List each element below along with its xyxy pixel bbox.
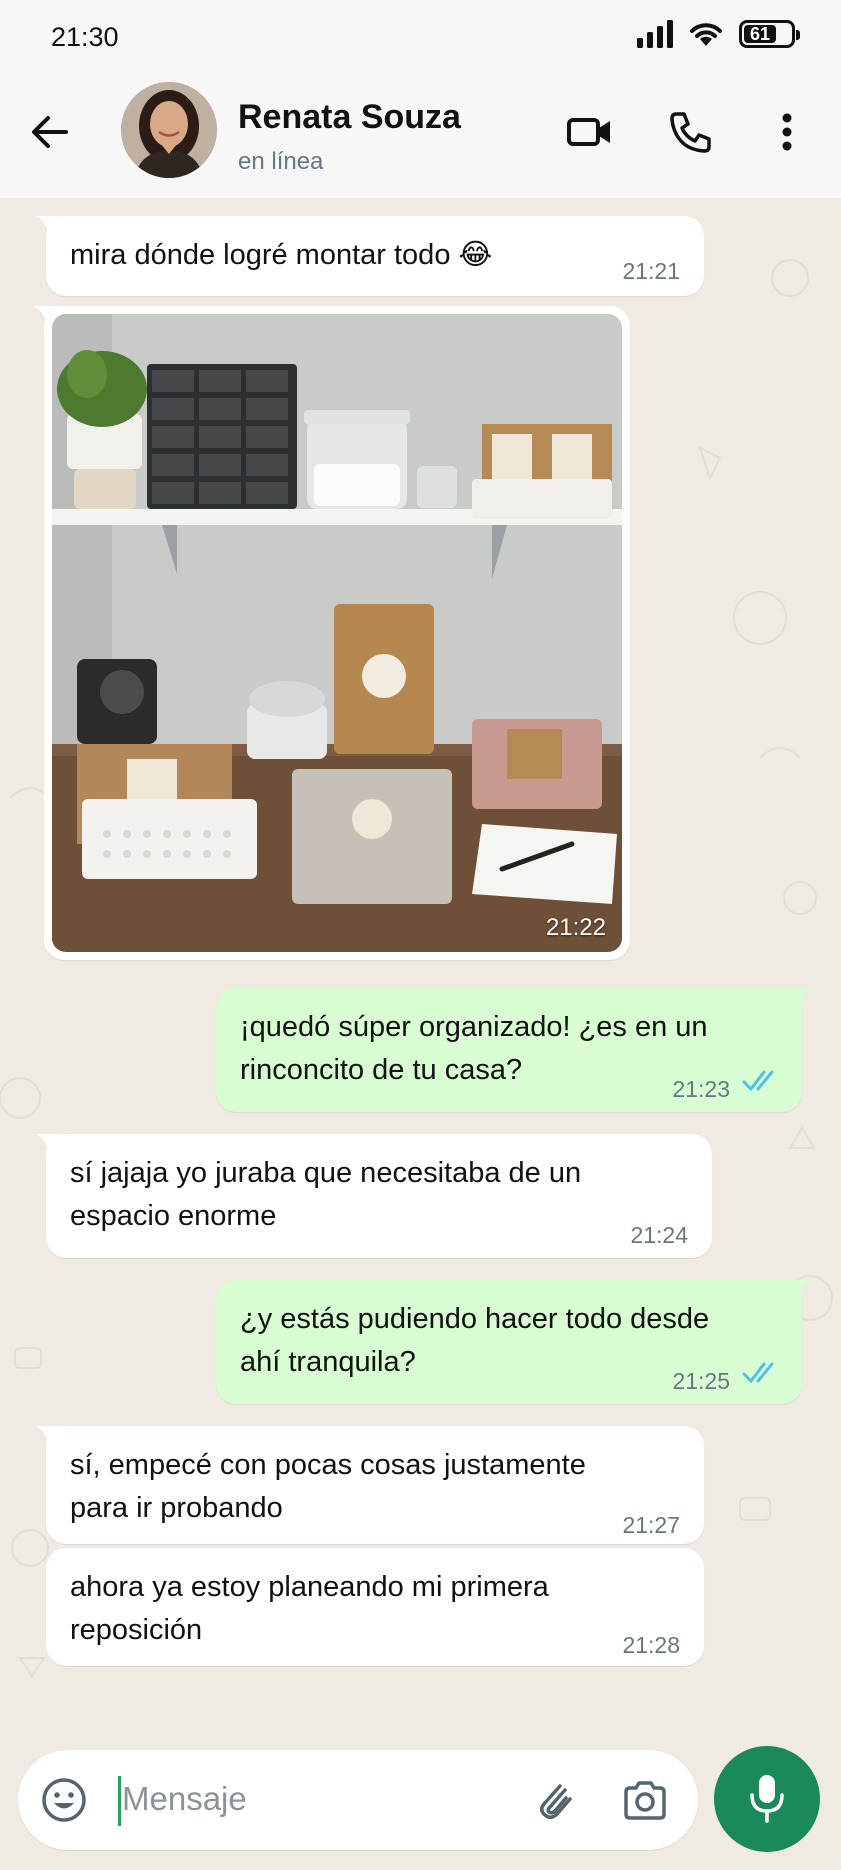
message-text: mira dónde logré montar todo 😂 bbox=[70, 239, 493, 271]
mic-button[interactable] bbox=[714, 1746, 820, 1852]
message-incoming[interactable]: sí, empecé con pocas cosas justamente pa… bbox=[36, 1426, 704, 1544]
message-outgoing[interactable]: ¿y estás pudiendo hacer todo desde ahí t… bbox=[216, 1280, 812, 1404]
message-text: ahora ya estoy planeando mi primera repo… bbox=[70, 1571, 549, 1646]
message-placeholder[interactable]: Mensaje bbox=[122, 1780, 247, 1818]
message-incoming[interactable]: ahora ya estoy planeando mi primera repo… bbox=[46, 1548, 704, 1666]
message-incoming[interactable]: mira dónde logré montar todo 😂 21:21 bbox=[36, 216, 704, 296]
status-icons: 61 bbox=[637, 20, 800, 48]
message-text: sí, empecé con pocas cosas justamente pa… bbox=[70, 1449, 586, 1524]
read-ticks-icon bbox=[742, 1070, 774, 1092]
status-bar: 21:30 61 bbox=[0, 0, 841, 80]
message-input[interactable]: Mensaje bbox=[18, 1750, 698, 1850]
chat-header: Renata Souza en línea bbox=[0, 80, 841, 198]
input-bar: Mensaje bbox=[0, 1738, 841, 1870]
contact-avatar[interactable] bbox=[121, 82, 217, 178]
message-text: ¡quedó súper organizado! ¿es en un rinco… bbox=[240, 1011, 708, 1086]
signal-icon bbox=[637, 20, 673, 48]
message-incoming[interactable]: sí jajaja yo juraba que necesitaba de un… bbox=[36, 1134, 712, 1258]
battery-icon: 61 bbox=[739, 20, 800, 48]
shared-photo[interactable]: 21:22 bbox=[52, 314, 622, 952]
emoji-icon[interactable] bbox=[40, 1776, 88, 1824]
message-time: 21:23 bbox=[672, 1076, 730, 1102]
message-time: 21:21 bbox=[622, 258, 680, 284]
message-text: ¿y estás pudiendo hacer todo desde ahí t… bbox=[240, 1303, 710, 1378]
message-text: sí jajaja yo juraba que necesitaba de un… bbox=[70, 1157, 582, 1232]
back-arrow-icon[interactable] bbox=[26, 108, 74, 156]
status-time: 21:30 bbox=[51, 22, 119, 52]
contact-status: en línea bbox=[238, 148, 324, 175]
message-time: 21:25 bbox=[672, 1368, 730, 1394]
message-time: 21:24 bbox=[630, 1222, 688, 1248]
message-time: 21:28 bbox=[622, 1632, 680, 1658]
read-ticks-icon bbox=[742, 1362, 774, 1384]
contact-name[interactable]: Renata Souza bbox=[238, 98, 461, 137]
message-outgoing[interactable]: ¡quedó súper organizado! ¿es en un rinco… bbox=[216, 988, 812, 1112]
wifi-icon bbox=[690, 23, 722, 46]
phone-icon[interactable] bbox=[667, 108, 715, 156]
text-cursor bbox=[118, 1776, 121, 1826]
image-time: 21:22 bbox=[545, 914, 606, 941]
mic-icon bbox=[750, 1775, 784, 1823]
more-vertical-icon[interactable] bbox=[762, 108, 812, 156]
chat-area[interactable]: mira dónde logré montar todo 😂 21:21 21:… bbox=[0, 198, 841, 1738]
message-image[interactable]: 21:22 bbox=[34, 306, 630, 960]
video-call-icon[interactable] bbox=[566, 108, 614, 156]
attach-icon[interactable] bbox=[530, 1776, 578, 1824]
battery-level: 61 bbox=[750, 23, 771, 44]
camera-icon[interactable] bbox=[620, 1776, 670, 1824]
message-time: 21:27 bbox=[622, 1512, 680, 1538]
